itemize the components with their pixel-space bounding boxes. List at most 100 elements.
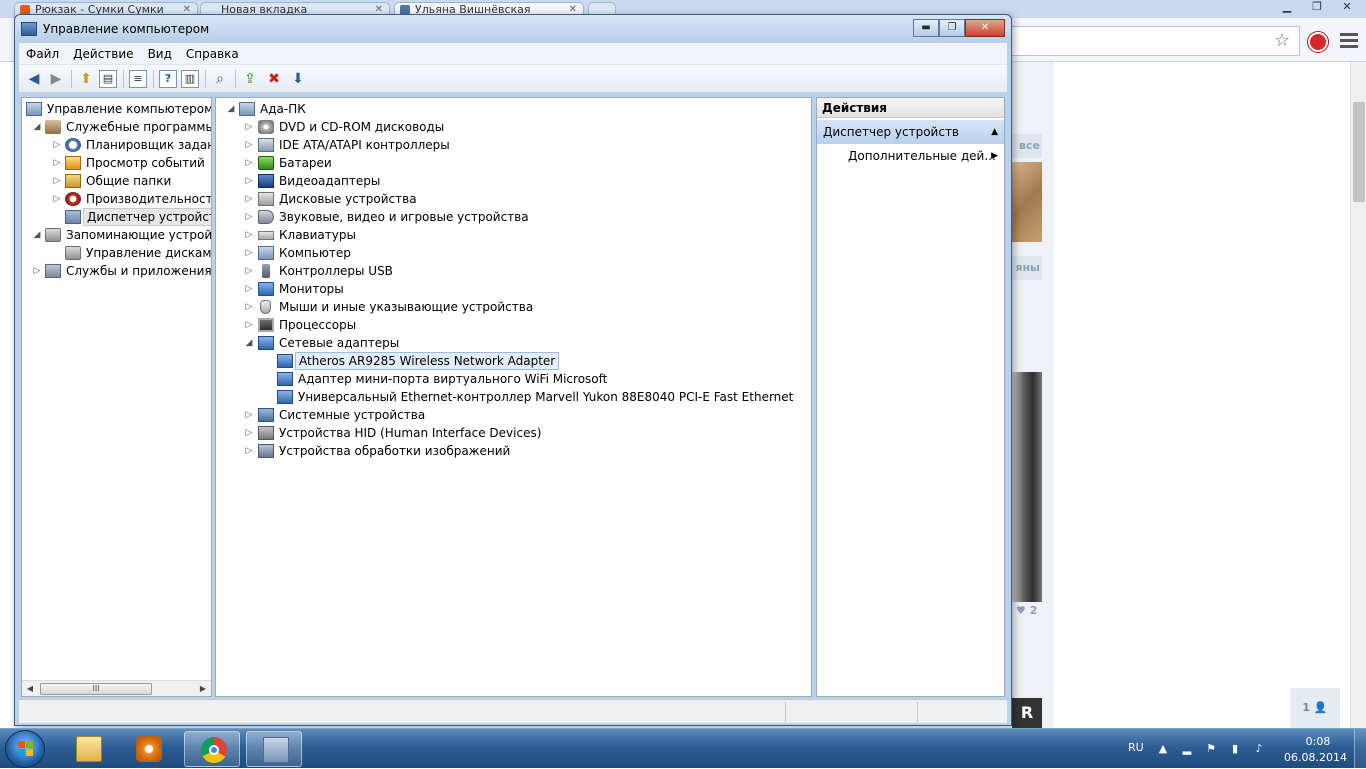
adblock-icon[interactable] [1308,32,1328,52]
taskbar-computer-management[interactable] [246,731,302,767]
device-category-label: Батареи [279,156,332,170]
tree-node-label: Управление дисками [86,246,212,260]
browser-minimize-icon[interactable]: ▁ [1274,0,1300,16]
actions-section-device-manager[interactable]: Диспетчер устройств ▲ [817,120,1004,144]
network-signal-icon[interactable]: ▂ [1180,742,1194,756]
show-desktop-button[interactable] [1354,729,1366,769]
browser-close-icon[interactable]: ✕ [1334,0,1360,16]
disk-drive-icon [258,192,274,206]
expand-arrow-icon[interactable]: ▷ [244,280,254,298]
collapse-arrow-icon[interactable]: ◢ [226,100,236,118]
friends-online-badge[interactable]: 1 👤 [1290,688,1340,728]
window-titlebar[interactable]: Управление компьютером ▬ ❐ ✕ [15,15,1011,43]
page-photo[interactable] [1012,162,1042,242]
tree-node-label: Запоминающие устройст [66,228,212,242]
page-scrollbar[interactable] [1350,62,1366,728]
expand-arrow-icon[interactable]: ▷ [244,118,254,136]
page-photo[interactable]: R [1012,698,1042,728]
pc-icon [239,102,255,116]
computer-management-app-icon[interactable] [21,22,37,36]
browser-restore-icon[interactable]: ❐ [1304,0,1330,16]
computer-management-icon [263,737,289,763]
tree-node-label: Службы и приложения [66,264,212,278]
expand-arrow-icon[interactable]: ▷ [244,442,254,460]
horizontal-scrollbar[interactable]: ◀ III ▶ [22,680,211,696]
expand-arrow-icon[interactable]: ▷ [32,262,42,280]
like-count[interactable]: ♥ 2 [1016,604,1037,617]
expand-arrow-icon[interactable]: ▷ [244,406,254,424]
device-category-label: Контроллеры USB [279,264,393,278]
maximize-button[interactable]: ❐ [939,19,965,37]
expand-arrow-icon[interactable]: ▷ [244,298,254,316]
action-center-flag-icon[interactable]: ⚑ [1204,742,1218,756]
expand-arrow-icon[interactable]: ▷ [52,172,62,190]
display-adapter-icon [258,174,274,188]
expand-arrow-icon[interactable]: ▷ [52,136,62,154]
scrollbar-thumb[interactable]: III [40,683,152,695]
help-icon[interactable]: ? [159,70,177,88]
address-bar[interactable] [1000,26,1300,56]
close-button[interactable]: ✕ [965,19,1005,37]
page-tag[interactable]: все [1012,134,1042,158]
taskbar-chrome[interactable] [184,731,240,767]
expand-arrow-icon[interactable]: ▷ [244,154,254,172]
properties-icon[interactable]: ≡ [129,70,147,88]
expand-arrow-icon[interactable]: ▷ [244,172,254,190]
sound-device-icon [258,210,274,224]
menu-action[interactable]: Действие [66,47,140,61]
taskbar-explorer[interactable] [60,731,116,767]
expand-arrow-icon[interactable]: ▷ [244,262,254,280]
expand-arrow-icon[interactable]: ▷ [244,244,254,262]
minimize-button[interactable]: ▬ [913,19,939,37]
device-category-label: Дисковые устройства [279,192,417,206]
ide-controller-icon [258,138,274,152]
window-title: Управление компьютером [43,22,210,36]
expand-arrow-icon[interactable]: ▷ [244,424,254,442]
collapse-arrow-icon[interactable]: ◢ [244,334,254,352]
device-category-label: DVD и CD-ROM дисководы [279,120,445,134]
taskbar-media-player[interactable] [120,731,176,767]
uninstall-device-icon[interactable]: ✖ [265,70,283,88]
more-actions-item[interactable]: Дополнительные дей... ▶ [817,146,1004,166]
scroll-right-icon[interactable]: ▶ [197,683,209,695]
up-folder-icon[interactable]: ⬆ [77,70,95,88]
update-driver-icon[interactable]: ⇪ [241,70,259,88]
expand-arrow-icon[interactable]: ▷ [244,226,254,244]
clock-time[interactable]: 0:08 [1298,735,1338,748]
language-indicator[interactable]: RU [1128,741,1144,754]
forward-arrow-icon[interactable]: ▶ [47,70,65,88]
expand-arrow-icon[interactable]: ▷ [244,316,254,334]
menu-view[interactable]: Вид [141,47,179,61]
menu-file[interactable]: Файл [19,47,66,61]
web-page: все яны ♥ 2 R 1 👤 [1012,62,1352,728]
processor-icon [258,318,274,332]
browser-menu-icon[interactable] [1340,30,1358,50]
bookmark-star-icon[interactable]: ☆ [1274,31,1290,51]
power-icon[interactable]: ▮ [1228,742,1242,756]
collapse-arrow-icon[interactable]: ◢ [32,118,42,136]
scan-hardware-icon[interactable]: ⌕ [211,70,229,88]
collapse-arrow-icon[interactable]: ◢ [32,226,42,244]
enable-device-icon[interactable]: ⬇ [289,70,307,88]
expand-arrow-icon[interactable]: ▷ [52,190,62,208]
clock-date[interactable]: 06.08.2014 [1284,751,1347,764]
show-hide-console-tree-icon[interactable]: ▤ [99,70,117,88]
page-photo[interactable] [1012,372,1042,602]
page-scrollbar-thumb[interactable] [1353,102,1365,202]
expand-arrow-icon[interactable]: ▷ [244,208,254,226]
expand-arrow-icon[interactable]: ▷ [52,154,62,172]
device-category-label: IDE ATA/ATAPI контроллеры [279,138,450,152]
page-tag[interactable]: яны [1012,256,1042,280]
storage-icon [45,228,61,242]
show-action-pane-icon[interactable]: ▥ [181,70,199,88]
expand-arrow-icon[interactable]: ▷ [244,190,254,208]
menu-help[interactable]: Справка [179,47,246,61]
collapse-triangle-icon[interactable]: ▲ [991,120,998,144]
volume-icon[interactable]: ♪ [1252,742,1266,756]
system-device-icon [258,408,274,422]
show-hidden-icons-icon[interactable]: ▲ [1156,742,1170,756]
back-arrow-icon[interactable]: ◀ [25,70,43,88]
scroll-left-icon[interactable]: ◀ [24,683,36,695]
start-button[interactable] [5,730,45,768]
expand-arrow-icon[interactable]: ▷ [244,136,254,154]
